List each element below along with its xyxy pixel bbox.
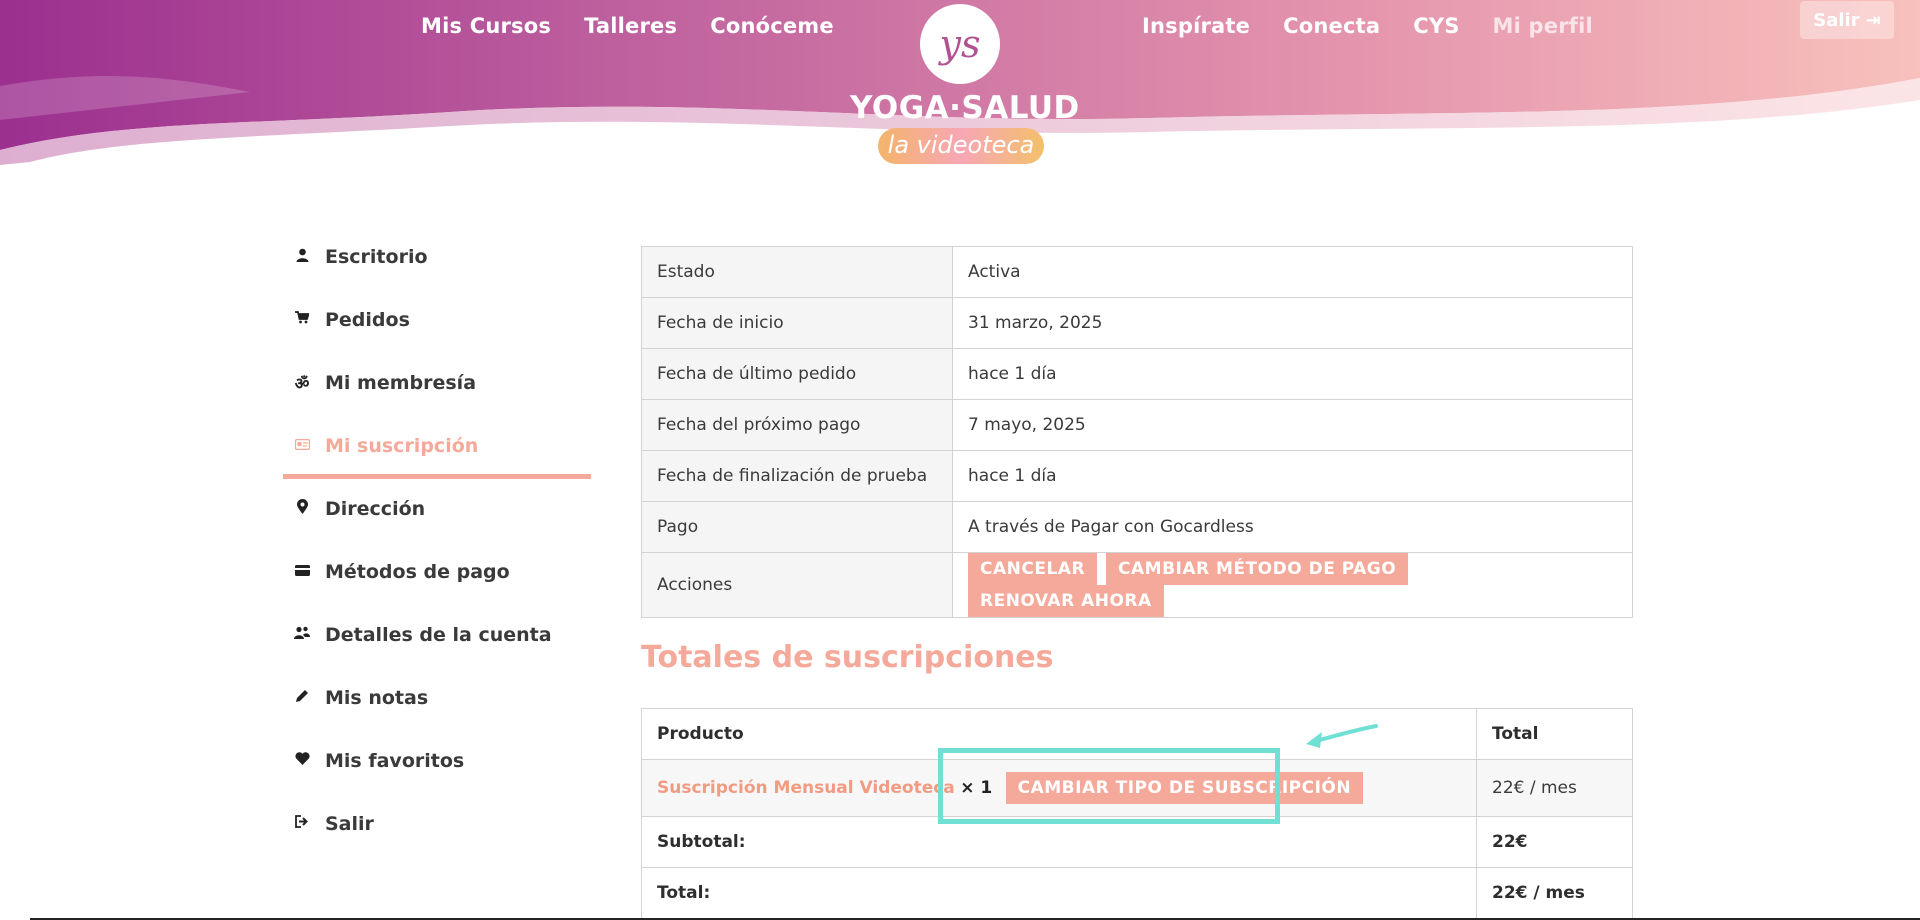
cancel-button[interactable]: CANCELAR <box>968 553 1098 585</box>
table-row: Fecha de inicio 31 marzo, 2025 <box>641 297 1633 349</box>
row-label: Estado <box>641 246 953 298</box>
location-pin-icon <box>293 499 311 518</box>
row-value: hace 1 día <box>952 450 1633 502</box>
row-label: Fecha de último pedido <box>641 348 953 400</box>
user-icon <box>293 248 311 266</box>
row-value: Activa <box>952 246 1633 298</box>
heart-icon <box>293 752 311 769</box>
sidebar-item-detalles-cuenta[interactable]: Detalles de la cuenta <box>283 603 591 666</box>
subtotal-value: 22€ <box>1476 816 1633 868</box>
sidebar-item-label: Mi suscripción <box>325 434 479 457</box>
subscription-totals-table: Producto Total Suscripción Mensual Video… <box>641 708 1633 919</box>
nav-mi-perfil[interactable]: Mi perfil <box>1493 14 1593 38</box>
sidebar-item-escritorio[interactable]: Escritorio <box>283 225 591 288</box>
sidebar-item-mi-membresia[interactable]: ॐ Mi membresía <box>283 351 591 414</box>
nav-conoceme[interactable]: Conóceme <box>710 14 834 38</box>
nav-conecta[interactable]: Conecta <box>1283 14 1380 38</box>
sidebar-item-label: Mis notas <box>325 686 429 709</box>
sidebar-item-direccion[interactable]: Dirección <box>283 477 591 540</box>
totals-heading: Totales de suscripciones <box>641 640 1054 675</box>
site-logo[interactable]: ys YOGA·SALUD la videoteca <box>850 0 1080 172</box>
total-label: Total: <box>641 867 1477 919</box>
row-value: hace 1 día <box>952 348 1633 400</box>
pencil-icon <box>293 689 311 707</box>
row-value: A través de Pagar con Gocardless <box>952 501 1633 553</box>
card-id-icon <box>293 438 311 454</box>
change-subscription-type-button[interactable]: CAMBIAR TIPO DE SUBSCRIPCIÓN <box>1005 772 1364 804</box>
sidebar-item-mis-notas[interactable]: Mis notas <box>283 666 591 729</box>
row-label: Fecha de finalización de prueba <box>641 450 953 502</box>
table-row: Fecha de último pedido hace 1 día <box>641 348 1633 400</box>
row-value: 7 mayo, 2025 <box>952 399 1633 451</box>
sidebar-item-label: Detalles de la cuenta <box>325 623 552 646</box>
table-row-total: Total: 22€ / mes <box>641 867 1633 919</box>
logout-icon: ⇥ <box>1865 9 1881 31</box>
cart-icon <box>293 311 311 328</box>
table-row: Pago A través de Pagar con Gocardless <box>641 501 1633 553</box>
row-label: Fecha de inicio <box>641 297 953 349</box>
sidebar-item-pedidos[interactable]: Pedidos <box>283 288 591 351</box>
renew-now-button[interactable]: RENOVAR AHORA <box>968 585 1164 617</box>
annotation-arrow-icon <box>1306 724 1378 748</box>
logout-button[interactable]: Salir ⇥ <box>1800 1 1894 39</box>
table-row-product: Suscripción Mensual Videoteca × 1 CAMBIA… <box>641 759 1633 817</box>
nav-right: Inspírate Conecta CYS Mi perfil <box>1142 14 1593 38</box>
logo-emblem-icon: ys <box>920 4 1000 84</box>
sidebar-item-label: Pedidos <box>325 308 410 331</box>
logout-icon <box>293 815 311 832</box>
table-row: Estado Activa <box>641 246 1633 298</box>
site-header: Mis Cursos Talleres Conóceme ys YOGA·SAL… <box>0 0 1920 175</box>
sidebar-item-salir[interactable]: Salir <box>283 792 591 855</box>
nav-left: Mis Cursos Talleres Conóceme <box>421 14 834 38</box>
row-label: Fecha del próximo pago <box>641 399 953 451</box>
credit-card-icon <box>293 564 311 580</box>
logout-button-label: Salir <box>1813 9 1860 31</box>
sidebar-item-mi-suscripcion[interactable]: Mi suscripción <box>283 414 591 479</box>
sidebar-item-label: Escritorio <box>325 245 428 268</box>
sidebar-item-label: Métodos de pago <box>325 560 510 583</box>
om-icon: ॐ <box>294 373 310 393</box>
product-total: 22€ / mes <box>1476 759 1633 817</box>
subscription-details-table: Estado Activa Fecha de inicio 31 marzo, … <box>641 246 1633 618</box>
logo-subtitle: la videoteca <box>878 128 1044 164</box>
total-value: 22€ / mes <box>1476 867 1633 919</box>
product-link[interactable]: Suscripción Mensual Videoteca <box>657 778 955 798</box>
sidebar-item-metodos-de-pago[interactable]: Métodos de pago <box>283 540 591 603</box>
table-header-row: Producto Total <box>641 708 1633 760</box>
nav-cys[interactable]: CYS <box>1413 14 1459 38</box>
table-row-actions: Acciones CANCELAR CAMBIAR MÉTODO DE PAGOR… <box>641 552 1633 618</box>
row-label: Pago <box>641 501 953 553</box>
sidebar-item-label: Salir <box>325 812 374 835</box>
col-header-total: Total <box>1476 708 1633 760</box>
nav-inspirate[interactable]: Inspírate <box>1142 14 1250 38</box>
users-icon <box>293 626 311 643</box>
row-value: 31 marzo, 2025 <box>952 297 1633 349</box>
table-row: Fecha del próximo pago 7 mayo, 2025 <box>641 399 1633 451</box>
sidebar-item-label: Dirección <box>325 497 426 520</box>
account-sidebar: Escritorio Pedidos ॐ Mi membresía Mi sus… <box>283 225 591 855</box>
sidebar-item-label: Mis favoritos <box>325 749 465 772</box>
sidebar-item-mis-favoritos[interactable]: Mis favoritos <box>283 729 591 792</box>
nav-talleres[interactable]: Talleres <box>584 14 677 38</box>
row-label: Acciones <box>641 552 953 618</box>
logo-title: YOGA·SALUD <box>850 90 1080 126</box>
sidebar-item-label: Mi membresía <box>325 371 477 394</box>
product-quantity: × 1 <box>960 778 993 798</box>
table-row-subtotal: Subtotal: 22€ <box>641 816 1633 868</box>
table-row: Fecha de finalización de prueba hace 1 d… <box>641 450 1633 502</box>
product-cell: Suscripción Mensual Videoteca × 1 CAMBIA… <box>641 759 1477 817</box>
nav-mis-cursos[interactable]: Mis Cursos <box>421 14 551 38</box>
subtotal-label: Subtotal: <box>641 816 1477 868</box>
change-payment-method-button[interactable]: CAMBIAR MÉTODO DE PAGO <box>1106 553 1409 585</box>
actions-cell: CANCELAR CAMBIAR MÉTODO DE PAGORENOVAR AH… <box>952 552 1633 618</box>
